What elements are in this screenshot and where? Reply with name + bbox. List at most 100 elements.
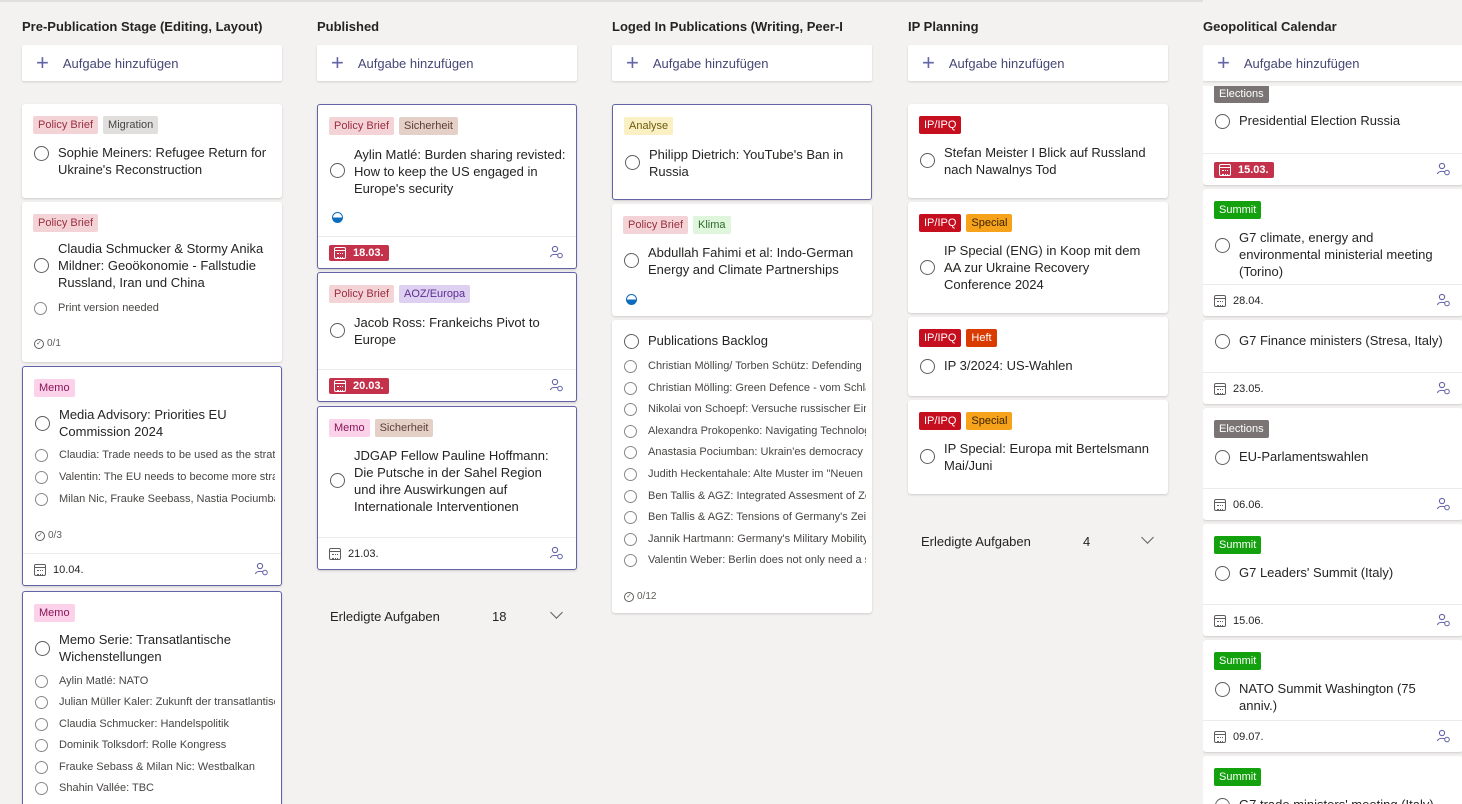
task-card[interactable]: Elections EU-Parlamentswahlen 06.06. bbox=[1203, 408, 1462, 520]
completed-tasks-toggle[interactable]: Erledigte Aufgaben 4 bbox=[908, 531, 1168, 551]
checklist-checkbox[interactable] bbox=[35, 695, 48, 709]
task-card[interactable]: Policy Brief Claudia Schmucker & Stormy … bbox=[22, 202, 282, 362]
checklist-item: Ben Tallis & AGZ: Tensions of Germany's … bbox=[648, 511, 866, 523]
complete-task-checkbox[interactable] bbox=[1215, 238, 1230, 253]
complete-task-checkbox[interactable] bbox=[624, 334, 639, 349]
task-card[interactable]: IP/IPQ Special IP Special: Europa mit Be… bbox=[908, 400, 1168, 494]
checklist-checkbox[interactable] bbox=[34, 301, 47, 315]
label-migration: Migration bbox=[103, 116, 159, 134]
complete-task-checkbox[interactable] bbox=[330, 323, 345, 338]
checklist-checkbox[interactable] bbox=[624, 553, 637, 567]
task-card[interactable]: Policy Brief Migration Sophie Meiners: R… bbox=[22, 104, 282, 198]
checklist-checkbox[interactable] bbox=[624, 402, 637, 416]
label-summit: Summit bbox=[1214, 201, 1262, 219]
task-card[interactable]: Policy Brief Klima Abdullah Fahimi et al… bbox=[612, 204, 872, 316]
assign-icon[interactable] bbox=[549, 245, 563, 259]
label-policy-brief: Policy Brief bbox=[329, 285, 395, 303]
completed-tasks-toggle[interactable]: Erledigte Aufgaben 18 bbox=[317, 606, 577, 626]
complete-task-checkbox[interactable] bbox=[330, 163, 345, 178]
task-card[interactable]: Policy Brief Sicherheit Aylin Matlé: Bur… bbox=[317, 104, 577, 269]
add-task-button[interactable]: + Aufgabe hinzufügen bbox=[908, 45, 1168, 81]
add-task-button[interactable]: + Aufgabe hinzufügen bbox=[22, 45, 282, 81]
checklist-checkbox[interactable] bbox=[35, 717, 48, 731]
complete-task-checkbox[interactable] bbox=[1215, 334, 1230, 349]
checklist-checkbox[interactable] bbox=[35, 492, 48, 506]
card-footer: 09.07. bbox=[1203, 720, 1462, 752]
complete-task-checkbox[interactable] bbox=[1215, 450, 1230, 465]
checklist-checkbox[interactable] bbox=[624, 424, 637, 438]
checklist-checkbox[interactable] bbox=[624, 445, 637, 459]
assign-icon[interactable] bbox=[1436, 497, 1450, 511]
checklist-checkbox[interactable] bbox=[35, 470, 48, 484]
chevron-down-icon bbox=[550, 606, 563, 619]
checklist-checkbox[interactable] bbox=[624, 381, 637, 395]
task-title: G7 climate, energy and environmental min… bbox=[1239, 230, 1433, 279]
card-footer: 15.03. bbox=[1203, 153, 1462, 185]
checklist-item: Christian Mölling/ Torben Schütz: Defend… bbox=[648, 360, 862, 372]
complete-task-checkbox[interactable] bbox=[1215, 682, 1230, 697]
assign-icon[interactable] bbox=[1436, 381, 1450, 395]
complete-task-checkbox[interactable] bbox=[920, 359, 935, 374]
complete-task-checkbox[interactable] bbox=[624, 253, 639, 268]
task-card[interactable]: IP/IPQ Heft IP 3/2024: US-Wahlen bbox=[908, 317, 1168, 396]
complete-task-checkbox[interactable] bbox=[330, 473, 345, 488]
task-title: Presidential Election Russia bbox=[1239, 113, 1401, 128]
checklist-item: Milan Nic, Frauke Seebass, Nastia Pocium… bbox=[59, 493, 275, 505]
assign-icon[interactable] bbox=[549, 378, 563, 392]
add-task-label: Aufgabe hinzufügen bbox=[948, 55, 1065, 71]
complete-task-checkbox[interactable] bbox=[1215, 114, 1230, 129]
complete-task-checkbox[interactable] bbox=[35, 641, 50, 656]
checklist-checkbox[interactable] bbox=[624, 489, 637, 503]
assign-icon[interactable] bbox=[1436, 729, 1450, 743]
complete-task-checkbox[interactable] bbox=[920, 153, 935, 168]
complete-task-checkbox[interactable] bbox=[1215, 566, 1230, 581]
label-elections: Elections bbox=[1214, 85, 1269, 103]
task-card[interactable]: Memo Memo Serie: Transatlantische Wichen… bbox=[22, 591, 282, 804]
checklist-checkbox[interactable] bbox=[35, 738, 48, 752]
label-policy-brief: Policy Brief bbox=[623, 216, 689, 234]
label-ip-ipq: IP/IPQ bbox=[919, 412, 962, 430]
add-task-button[interactable]: + Aufgabe hinzufügen bbox=[612, 45, 872, 81]
label-sicherheit: Sicherheit bbox=[399, 117, 458, 135]
complete-task-checkbox[interactable] bbox=[920, 260, 935, 275]
complete-task-checkbox[interactable] bbox=[34, 146, 49, 161]
task-title: Aylin Matlé: Burden sharing revisted: Ho… bbox=[354, 147, 566, 196]
task-card[interactable]: Analyse Philipp Dietrich: YouTube's Ban … bbox=[612, 104, 872, 200]
label-ip-ipq: IP/IPQ bbox=[919, 329, 962, 347]
checklist-checkbox[interactable] bbox=[624, 467, 637, 481]
complete-task-checkbox[interactable] bbox=[625, 155, 640, 170]
assign-icon[interactable] bbox=[1436, 293, 1450, 307]
task-card[interactable]: Elections Presidential Election Russia 1… bbox=[1203, 70, 1462, 185]
task-card[interactable]: G7 Finance ministers (Stresa, Italy) 23.… bbox=[1203, 320, 1462, 404]
checklist-checkbox[interactable] bbox=[624, 359, 637, 373]
assign-icon[interactable] bbox=[254, 562, 268, 576]
add-task-button[interactable]: + Aufgabe hinzufügen bbox=[1203, 45, 1462, 81]
task-card[interactable]: Summit G7 climate, energy and environmen… bbox=[1203, 189, 1462, 316]
task-card[interactable]: Summit G7 trade ministers' meeting (Ital… bbox=[1203, 756, 1462, 804]
checklist-checkbox[interactable] bbox=[35, 448, 48, 462]
task-card[interactable]: Memo Sicherheit JDGAP Fellow Pauline Hof… bbox=[317, 406, 577, 570]
task-card[interactable]: Summit G7 Leaders' Summit (Italy) 15.06. bbox=[1203, 524, 1462, 636]
complete-task-checkbox[interactable] bbox=[35, 416, 50, 431]
task-card[interactable]: Memo Media Advisory: Priorities EU Commi… bbox=[22, 366, 282, 586]
complete-task-checkbox[interactable] bbox=[34, 258, 49, 273]
assign-icon[interactable] bbox=[1436, 162, 1450, 176]
task-card[interactable]: Policy Brief AOZ/Europa Jacob Ross: Fran… bbox=[317, 272, 577, 402]
task-card[interactable]: Summit NATO Summit Washington (75 anniv.… bbox=[1203, 640, 1462, 752]
checklist-checkbox[interactable] bbox=[35, 760, 48, 774]
label-memo: Memo bbox=[34, 379, 75, 397]
checklist-checkbox[interactable] bbox=[624, 510, 637, 524]
checklist-checkbox[interactable] bbox=[35, 781, 48, 795]
assign-icon[interactable] bbox=[1436, 613, 1450, 627]
task-card[interactable]: IP/IPQ Stefan Meister I Blick auf Russla… bbox=[908, 104, 1168, 198]
checklist-count-icon: ✓ bbox=[34, 338, 44, 349]
checklist-checkbox[interactable] bbox=[35, 674, 48, 688]
label-klima: Klima bbox=[693, 216, 731, 234]
checklist-checkbox[interactable] bbox=[624, 532, 637, 546]
complete-task-checkbox[interactable] bbox=[920, 449, 935, 464]
add-task-button[interactable]: + Aufgabe hinzufügen bbox=[317, 45, 577, 81]
complete-task-checkbox[interactable] bbox=[1215, 798, 1230, 804]
assign-icon[interactable] bbox=[549, 546, 563, 560]
task-card[interactable]: IP/IPQ Special IP Special (ENG) in Koop … bbox=[908, 202, 1168, 313]
task-card[interactable]: Publications Backlog Christian Mölling/ … bbox=[612, 320, 872, 613]
